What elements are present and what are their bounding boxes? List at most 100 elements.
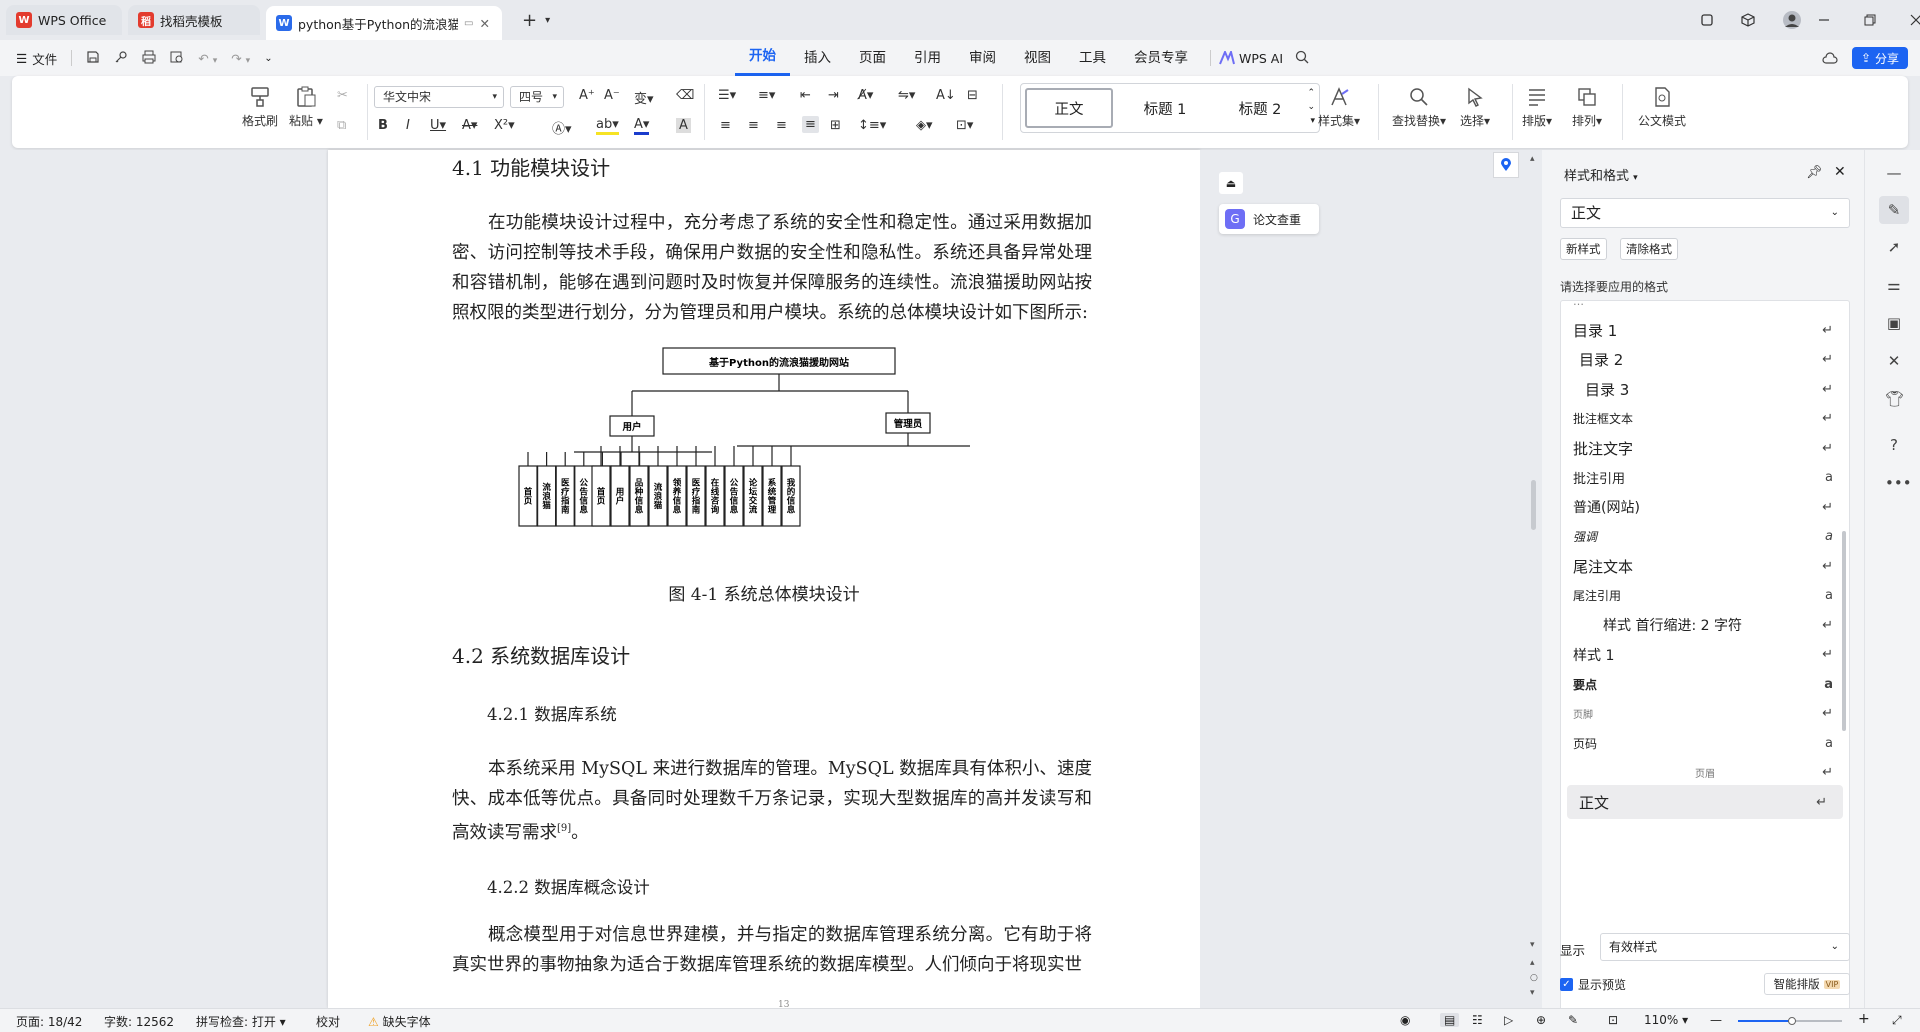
current-style-select[interactable]: 正文 ⌄ (1560, 198, 1850, 228)
chevron-up-icon[interactable]: ⌃ (1307, 88, 1315, 98)
text-direction-icon[interactable]: A̸▾ (858, 88, 873, 103)
distributed-icon[interactable]: ⊞ (830, 118, 841, 133)
sliders-icon[interactable]: ⚌ (1885, 276, 1903, 294)
menu-tab-insert[interactable]: 插入 (790, 40, 845, 76)
paper-check-button[interactable]: G 论文查重 (1219, 204, 1319, 234)
doc-mode-button[interactable]: 公文模式 (1638, 86, 1686, 129)
chinese-layout-icon[interactable]: ⇋▾ (898, 88, 915, 103)
write-icon[interactable]: ✎ (1568, 1013, 1578, 1027)
scroll-handle[interactable] (1531, 480, 1536, 530)
list-scrollbar[interactable] (1842, 531, 1846, 731)
show-preview-checkbox[interactable]: ✓ 显示预览 (1560, 976, 1626, 993)
show-marks-icon[interactable]: ⊟ (967, 88, 978, 103)
status-page[interactable]: 页面: 18/42 (16, 1013, 82, 1030)
zoom-slider[interactable] (1738, 1017, 1842, 1025)
expand-gallery-icon[interactable]: ▾ (1310, 116, 1315, 126)
numbered-list-icon[interactable]: ≡▾ (758, 88, 775, 103)
restore-window-icon[interactable] (1700, 13, 1714, 27)
status-proof[interactable]: 校对 (316, 1013, 340, 1030)
file-menu[interactable]: ☰ 文件 (16, 49, 57, 68)
zoom-out-icon[interactable]: — (1710, 1013, 1722, 1027)
more-icon[interactable]: ••• (1885, 474, 1912, 492)
shirt-icon[interactable]: 👕︎ (1885, 390, 1904, 408)
sort-icon[interactable]: A↓ (936, 88, 956, 103)
help-icon[interactable]: ? (1885, 436, 1903, 454)
format-painter-button[interactable]: 格式刷 (242, 86, 278, 129)
cursor-icon[interactable]: ➚ (1885, 238, 1903, 256)
prev-page-icon[interactable]: ▴ (1530, 958, 1535, 968)
next-page-icon[interactable]: ▾ (1530, 988, 1535, 998)
line-spacing-icon[interactable]: ↕≡▾ (858, 118, 886, 133)
status-spell[interactable]: 拼写检查: 打开 ▾ (196, 1013, 286, 1030)
web-view-icon[interactable]: ⊕ (1536, 1013, 1546, 1027)
menu-tab-page[interactable]: 页面 (845, 40, 900, 76)
key-icon[interactable] (114, 50, 128, 67)
status-words[interactable]: 字数: 12562 (104, 1013, 174, 1030)
select-button[interactable]: 选择▾ (1460, 86, 1490, 129)
user-avatar[interactable] (1782, 10, 1802, 30)
font-size-select[interactable]: 四号 ▾ (510, 86, 564, 108)
eraser-icon[interactable]: ⌫ (676, 88, 694, 103)
menu-tab-reference[interactable]: 引用 (900, 40, 955, 76)
strikethrough-icon[interactable]: A▾ (462, 118, 477, 133)
justify-icon[interactable]: ≡ (802, 116, 819, 133)
print-preview-icon[interactable] (170, 50, 184, 67)
location-pin-icon[interactable] (1493, 152, 1519, 178)
menu-tab-view[interactable]: 视图 (1010, 40, 1065, 76)
share-button[interactable]: ⇪ 分享 (1852, 47, 1908, 69)
tab-list-chevron-icon[interactable]: ▾ (545, 15, 550, 26)
align-left-icon[interactable]: ≡ (720, 118, 731, 133)
cube-icon[interactable] (1740, 12, 1756, 28)
zoom-level[interactable]: 110% ▾ (1644, 1013, 1688, 1027)
decrease-indent-icon[interactable]: ⇤ (800, 88, 811, 103)
save-icon[interactable] (86, 50, 100, 67)
tab-wps-office[interactable]: W WPS Office (6, 5, 122, 35)
clear-format-button[interactable]: 清除格式 (1620, 238, 1678, 260)
char-shading-icon[interactable]: A (676, 118, 691, 133)
collapse-icon[interactable]: ⏏ (1219, 172, 1243, 194)
menu-tab-review[interactable]: 审阅 (955, 40, 1010, 76)
increase-font-icon[interactable]: A⁺ (579, 88, 595, 103)
tab-document[interactable]: W python基于Python的流浪猫援 ▭ ✕ (266, 6, 502, 40)
panel-close-icon[interactable]: ✕ (1834, 164, 1846, 180)
menu-tab-home[interactable]: 开始 (735, 40, 790, 76)
underline-icon[interactable]: U▾ (430, 118, 446, 133)
menu-tab-tools[interactable]: 工具 (1065, 40, 1120, 76)
undo-icon[interactable]: ↶ ▾ (198, 51, 217, 66)
new-style-button[interactable]: 新样式 (1560, 238, 1607, 260)
eye-icon[interactable]: ◉ (1400, 1013, 1410, 1027)
citation-ref[interactable]: [9] (557, 823, 571, 834)
pen-style-icon[interactable]: ✎ (1879, 196, 1909, 224)
scroll-down-icon[interactable]: ▾ (1530, 940, 1535, 950)
browse-object-icon[interactable]: ○ (1530, 973, 1538, 983)
style-heading-2[interactable]: 标题 2 (1217, 88, 1303, 128)
search-icon[interactable] (1295, 50, 1309, 67)
close-window-icon[interactable] (1910, 14, 1920, 26)
bold-icon[interactable]: B (378, 118, 388, 133)
font-color-icon[interactable]: A▾ (634, 118, 650, 135)
more-chevron-icon[interactable]: ⌄ (264, 53, 272, 64)
image-edit-icon[interactable]: ▣ (1885, 314, 1903, 332)
align-center-icon[interactable]: ≡ (748, 118, 759, 133)
scroll-up-icon[interactable]: ▴ (1530, 154, 1535, 164)
fullscreen-icon[interactable]: ⤢ (1892, 1013, 1902, 1028)
document-page[interactable]: 4.1 功能模块设计 在功能模块设计过程中，充分考虑了系统的安全性和稳定性。通过… (328, 150, 1200, 1008)
new-tab-icon[interactable]: + (522, 10, 537, 31)
sort-button[interactable]: 排列▾ (1572, 86, 1602, 129)
phonetic-guide-icon[interactable]: 变▾ (634, 88, 654, 107)
fit-page-icon[interactable]: ⊡ (1608, 1013, 1618, 1027)
show-select[interactable]: 有效样式 ⌄ (1600, 933, 1850, 961)
wps-ai-button[interactable]: WPS AI (1219, 51, 1283, 66)
decrease-font-icon[interactable]: A⁻ (604, 88, 620, 103)
panel-title[interactable]: 样式和格式 ▾ (1564, 165, 1638, 184)
font-name-select[interactable]: 华文中宋 ▾ (374, 86, 504, 108)
status-missing-font[interactable]: ⚠ 缺失字体 (368, 1013, 431, 1030)
align-right-icon[interactable]: ≡ (776, 118, 787, 133)
tab-close-icon[interactable]: ✕ (479, 16, 489, 31)
superscript-icon[interactable]: X²▾ (494, 118, 515, 133)
arrange-button[interactable]: 排版▾ (1522, 86, 1552, 129)
play-icon[interactable]: ▷ (1504, 1013, 1513, 1027)
style-item[interactable]: 正文 ↵ (1567, 785, 1843, 819)
highlight-icon[interactable]: ab▾ (596, 118, 619, 135)
paste-button[interactable]: 粘贴 ▾ (289, 86, 323, 129)
